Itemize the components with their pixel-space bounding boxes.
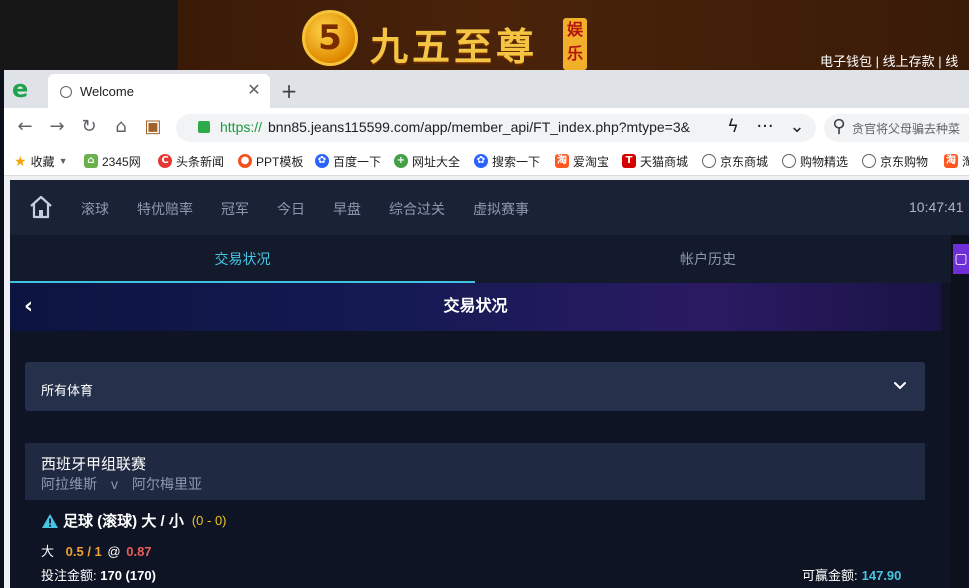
toutiao-icon: C — [158, 154, 172, 168]
globe-icon — [862, 154, 876, 168]
match-score: (0 - 0) — [191, 513, 227, 528]
briefcase-icon[interactable]: ▣ — [140, 114, 166, 140]
bookmark-aitaobao[interactable]: 淘爱淘宝 — [555, 152, 609, 170]
back-icon[interactable]: ← — [12, 114, 38, 140]
forward-icon[interactable]: → — [44, 114, 70, 140]
taobao-icon: 淘 — [555, 154, 569, 168]
stake-value: 170 (170) — [100, 568, 156, 583]
globe-icon — [702, 154, 716, 168]
bet-type-row: 足球 (滚球) 大 / 小 (0 - 0) — [41, 510, 227, 531]
nav-inplay[interactable]: 滚球 — [81, 199, 109, 219]
search-icon: ⚲ — [832, 116, 846, 137]
globe-icon — [782, 154, 796, 168]
nav-virtual[interactable]: 虚拟赛事 — [473, 199, 529, 219]
browser-logo-icon[interactable]: e — [12, 77, 38, 102]
right-side-strip — [951, 235, 969, 588]
home-page-icon[interactable]: ⌂ — [108, 114, 134, 140]
new-tab-icon[interactable]: + — [278, 80, 300, 102]
sport-dropdown-value: 所有体育 — [41, 383, 94, 398]
url-scheme: https:// — [220, 119, 263, 135]
nav-parlay[interactable]: 综合过关 — [389, 199, 445, 219]
chat-icon[interactable]: ▢ — [953, 244, 969, 274]
at-symbol: @ — [107, 544, 121, 559]
2345-icon: ⌂ — [84, 154, 98, 168]
site-links[interactable]: 电子钱包 | 线上存款 | 线 — [820, 51, 958, 70]
lightning-icon[interactable]: ϟ — [720, 114, 746, 140]
url-text: bnn85.jeans115599.com/app/member_api/FT_… — [268, 119, 690, 135]
tab-trade-status[interactable]: 交易状况 — [10, 235, 475, 283]
stake-label: 投注金额: — [41, 568, 97, 583]
odds-value: 0.87 — [126, 544, 152, 559]
chevron-down-icon[interactable]: ⌄ — [784, 114, 810, 140]
brand-name: 九五至尊 — [370, 24, 539, 69]
nav-best-odds[interactable]: 特优赔率 — [137, 199, 193, 219]
bookmark-tmall[interactable]: T 天猫商城 — [622, 152, 688, 170]
globe-icon — [60, 86, 72, 98]
bookmark-toutiao[interactable]: C 头条新闻 — [158, 152, 224, 170]
win-label: 可赢金额: — [802, 568, 858, 583]
plus-icon: + — [394, 154, 408, 168]
handicap-line: 0.5 / 1 — [65, 544, 102, 559]
bookmark-jd-shopping[interactable]: 京东购物 — [862, 152, 928, 170]
paw-icon: ✿ — [474, 154, 488, 168]
sport-dropdown[interactable] — [25, 362, 925, 411]
taobao-icon: 淘 — [944, 154, 958, 168]
bookmark-favorites[interactable]: ★ 收藏 ▼ — [14, 152, 68, 170]
bet-selection-row: 大 0.5 / 1 @ 0.87 — [41, 541, 152, 560]
tab-account-history[interactable]: 帐户历史 — [475, 235, 941, 283]
bookmark-baidu[interactable]: ✿ 百度一下 — [315, 152, 381, 170]
lock-icon — [198, 121, 210, 133]
star-icon: ★ — [14, 152, 27, 169]
reload-icon[interactable]: ↻ — [76, 114, 102, 140]
caret-icon: ▼ — [58, 156, 68, 166]
bookmark-ppt[interactable]: ● PPT模板 — [238, 152, 303, 170]
bookmark-tao[interactable]: 淘淘 — [944, 152, 969, 170]
win-value: 147.90 — [861, 568, 902, 583]
brand-logo-icon: 5 — [302, 10, 358, 66]
search-placeholder: 贪官将父母骗去种菜 — [852, 122, 961, 136]
bookmark-2345[interactable]: ⌂ 2345网 — [84, 152, 141, 170]
stake-row: 投注金额: 170 (170) — [41, 565, 156, 584]
match-teams: 阿拉维斯 v 阿尔梅里亚 — [41, 474, 216, 494]
away-team: 阿尔梅里亚 — [132, 476, 202, 492]
nav-outright[interactable]: 冠军 — [221, 199, 249, 219]
nav-early[interactable]: 早盘 — [333, 199, 361, 219]
home-icon[interactable] — [28, 194, 54, 220]
league-name: 西班牙甲组联赛 — [41, 456, 147, 473]
brand-tag: 娱乐 — [563, 18, 587, 70]
bookmark-hao123[interactable]: + 网址大全 — [394, 152, 460, 170]
bookmark-jd[interactable]: 京东商城 — [702, 152, 768, 170]
banner-left-panel — [0, 0, 178, 70]
tmall-icon: T — [622, 154, 636, 168]
back-chevron-icon[interactable]: ‹ — [24, 294, 33, 319]
ppt-icon: ● — [238, 154, 252, 168]
bookmark-shopping[interactable]: 购物精选 — [782, 152, 848, 170]
home-team: 阿拉维斯 — [41, 476, 97, 492]
baidu-icon: ✿ — [315, 154, 329, 168]
selection-label: 大 — [41, 544, 55, 559]
win-row: 可赢金额: 147.90 — [802, 565, 901, 584]
clock: 10:47:41 — [909, 199, 964, 215]
chevron-down-icon[interactable] — [890, 376, 910, 396]
close-icon[interactable]: ✕ — [244, 80, 264, 100]
bookmark-search[interactable]: ✿ 搜索一下 — [474, 152, 540, 170]
more-icon[interactable]: ··· — [752, 114, 778, 140]
nav-today[interactable]: 今日 — [277, 199, 305, 219]
warning-icon — [41, 513, 59, 529]
tab-title: Welcome — [80, 84, 134, 99]
versus-label: v — [111, 476, 118, 492]
bet-type-label: 足球 (滚球) 大 / 小 — [63, 513, 184, 530]
page-title: 交易状况 — [443, 298, 508, 315]
